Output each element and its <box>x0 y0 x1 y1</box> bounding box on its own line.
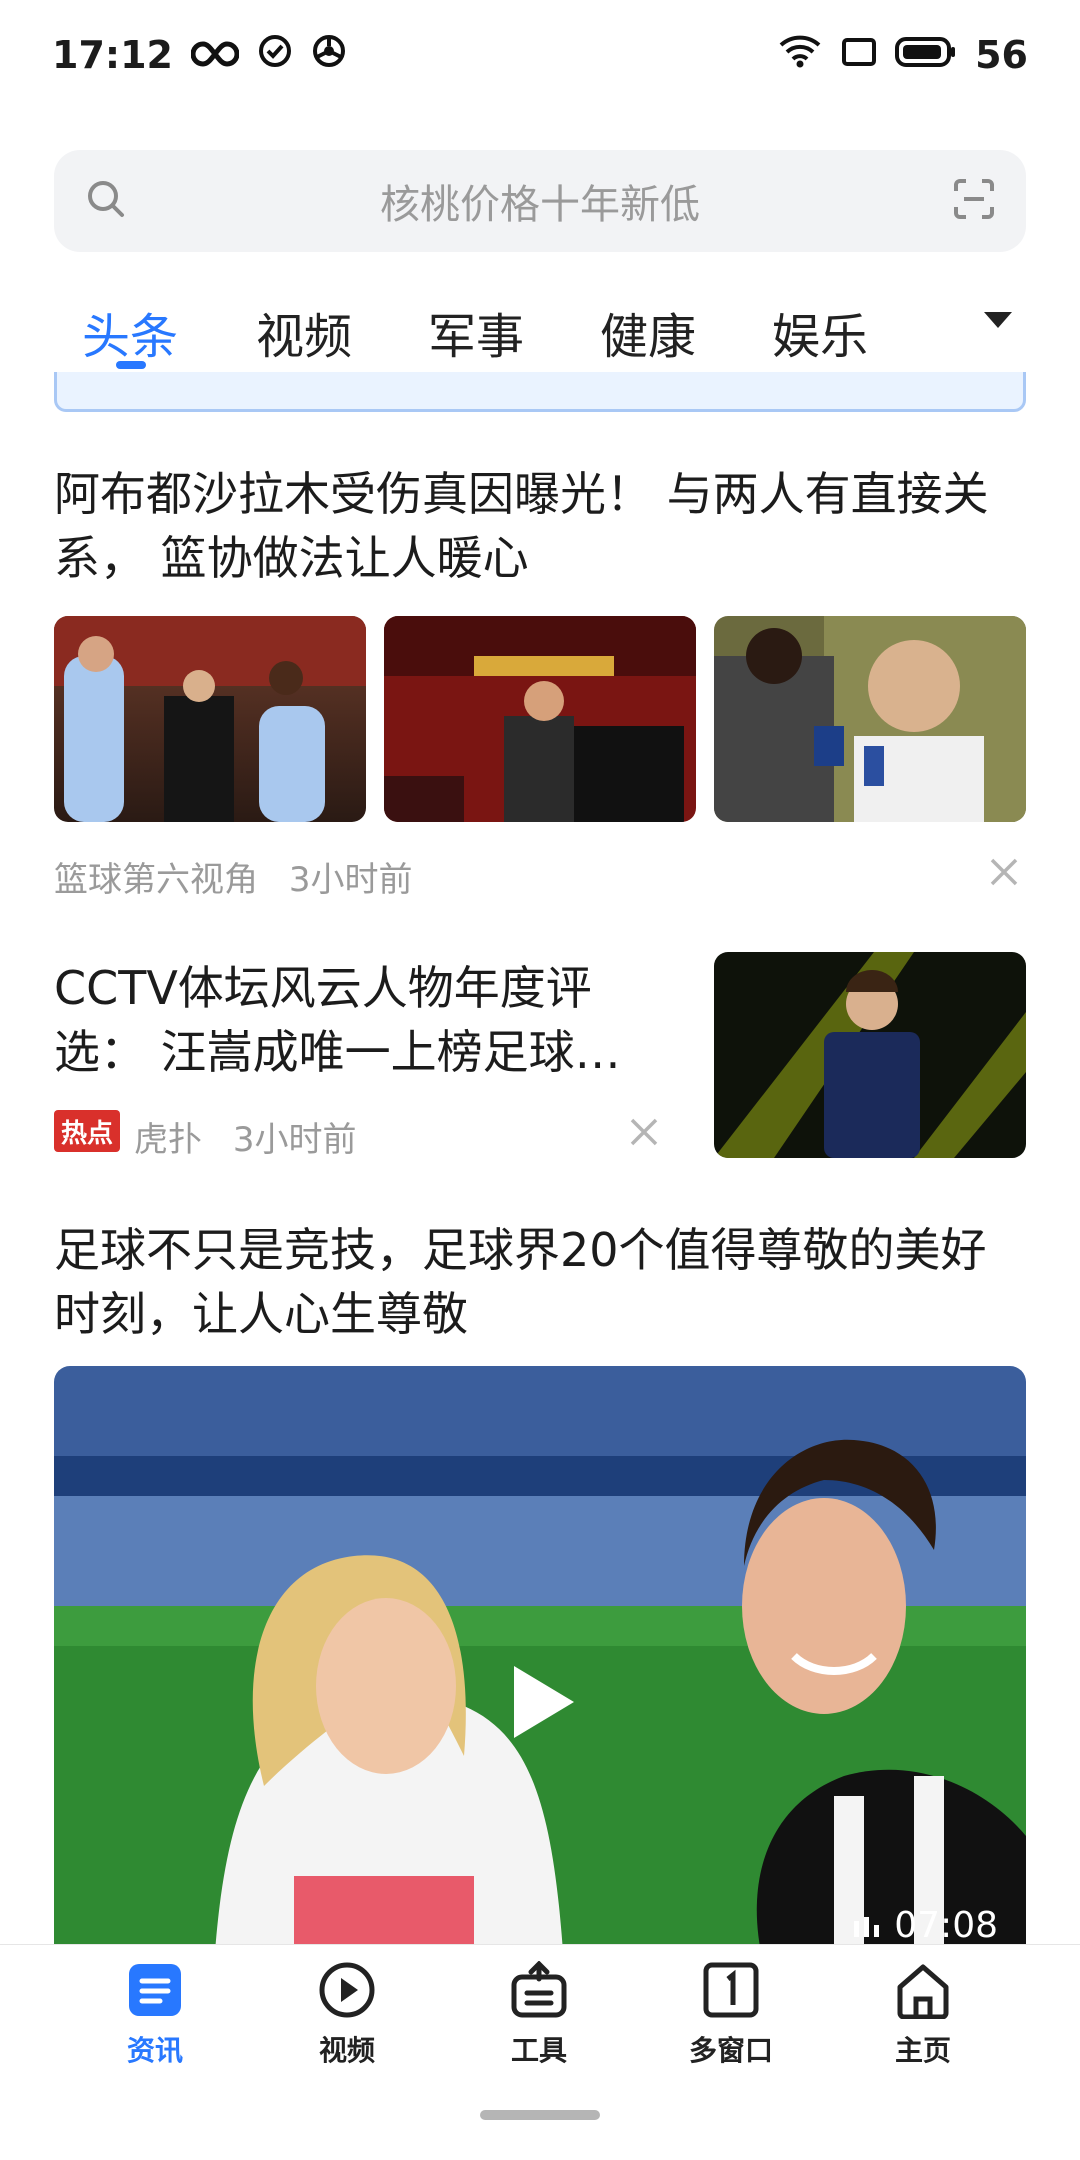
article-image[interactable] <box>384 616 696 822</box>
close-icon[interactable] <box>984 852 1024 892</box>
home-icon <box>894 1964 952 2023</box>
nav-label: 多窗口 <box>688 2034 773 2067</box>
video-duration: 07:08 <box>852 1905 998 1946</box>
nav-label: 资讯 <box>126 2034 183 2067</box>
article-time: 3小时前 <box>232 1120 357 1160</box>
chevron-down-icon[interactable] <box>982 309 1014 335</box>
search-input[interactable]: 核桃价格十年新低 <box>128 172 952 230</box>
article-meta: 篮球第六视角 3小时前 <box>54 852 412 901</box>
article-image[interactable] <box>54 616 366 822</box>
article-title[interactable]: 足球不只是竞技，足球界20个值得尊敬的美好时刻，让人心生尊敬 <box>54 1218 1026 1346</box>
tab-video[interactable]: 视频 <box>256 297 352 367</box>
battery-level: 56 <box>975 33 1028 77</box>
article-image[interactable] <box>714 952 1026 1158</box>
nav-item-multi-window[interactable]: 多窗口 <box>656 1961 806 2069</box>
check-circle-icon <box>257 33 293 78</box>
article-title[interactable]: 阿布都沙拉木受伤真因曝光！ 与两人有直接关系， 篮协做法让人暖心 <box>54 462 1026 590</box>
nav-label: 视频 <box>318 2034 375 2067</box>
channel-tabs: 头条 视频 军事 健康 娱乐 <box>0 285 1080 375</box>
status-time: 17:12 <box>52 33 173 77</box>
play-circle-icon <box>318 1962 376 2023</box>
infinity-icon <box>190 33 240 77</box>
scan-icon[interactable] <box>952 177 996 225</box>
tab-headline[interactable]: 头条 <box>82 297 178 367</box>
nav-item-home[interactable]: 主页 <box>848 1961 998 2069</box>
screen-icon <box>841 33 877 77</box>
nav-label: 工具 <box>510 2034 567 2067</box>
nav-item-news[interactable]: 资讯 <box>80 1961 230 2069</box>
search-bar[interactable]: 核桃价格十年新低 <box>54 150 1026 252</box>
banner-strip <box>54 372 1026 412</box>
nav-item-tools[interactable]: 工具 <box>464 1960 614 2069</box>
toolbox-icon <box>510 1960 568 2023</box>
nav-item-video[interactable]: 视频 <box>272 1961 422 2069</box>
close-icon[interactable] <box>624 1112 664 1152</box>
article-source: 篮球第六视角 <box>54 860 258 900</box>
multi-window-icon <box>702 1962 760 2023</box>
tab-active-indicator <box>116 361 146 369</box>
nav-label: 主页 <box>894 2034 951 2067</box>
bottom-nav: 资讯 视频 工具 多窗口 主页 <box>0 1944 1080 2160</box>
hot-badge: 热点 <box>54 1110 120 1152</box>
video-thumbnail[interactable]: 07:08 <box>54 1366 1026 1966</box>
duration-text: 07:08 <box>894 1905 998 1946</box>
battery-icon <box>895 33 957 77</box>
article-source: 虎扑 <box>134 1120 202 1160</box>
tab-military[interactable]: 军事 <box>428 297 524 367</box>
aperture-icon <box>311 33 347 78</box>
home-indicator[interactable] <box>480 2110 600 2120</box>
news-icon <box>126 1964 184 2023</box>
article-title[interactable]: CCTV体坛风云人物年度评选： 汪嵩成唯一上榜足球… <box>54 956 674 1084</box>
tab-entertainment[interactable]: 娱乐 <box>772 297 868 367</box>
search-icon <box>84 177 128 225</box>
wifi-icon <box>777 33 823 78</box>
status-bar: 17:12 56 <box>0 0 1080 110</box>
signal-bars-icon <box>852 1905 882 1946</box>
tab-health[interactable]: 健康 <box>600 297 696 367</box>
article-meta: 虎扑 3小时前 <box>134 1112 356 1161</box>
article-image[interactable] <box>714 616 1026 822</box>
article-time: 3小时前 <box>288 860 413 900</box>
